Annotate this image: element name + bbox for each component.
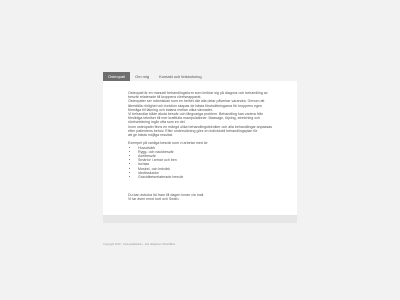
- text-line: Osteopater ser människan som en helhet d…: [128, 99, 265, 104]
- nav-item-om-mig[interactable]: Om mig: [130, 72, 154, 81]
- main-nav: Osteopati Om mig Kontakt och tidsbokning: [103, 72, 297, 81]
- text-line: Vi tar även emot kort och Swish.: [128, 197, 180, 202]
- nav-item-kontakt[interactable]: Kontakt och tidsbokning: [154, 72, 206, 81]
- nav-item-osteopati[interactable]: Osteopati: [103, 72, 131, 81]
- main-content: Osteopati är en manuell behandlingsform …: [128, 91, 278, 202]
- intro-paragraph: Osteopati är en manuell behandlingsform …: [128, 91, 278, 137]
- closing-paragraph: Du kan avboka tid fram till dagen innan …: [128, 193, 278, 201]
- copyright-footer: Copyright 2019 · Osteopatikliniken · All…: [103, 243, 176, 246]
- condition-list: Huvudvärk Rygg- och nackbesvär Axelbesvä…: [128, 146, 278, 180]
- panel-footer-bar: [103, 215, 297, 223]
